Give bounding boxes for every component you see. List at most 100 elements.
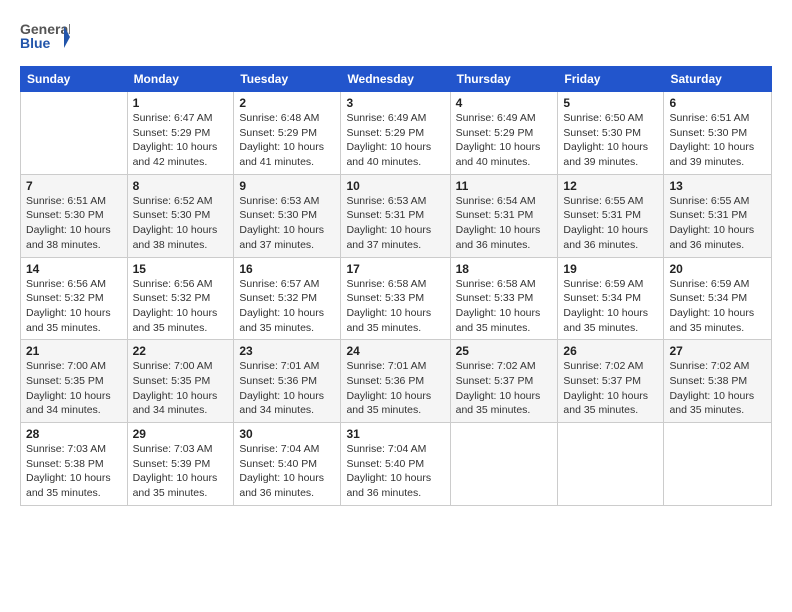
day-number: 22	[133, 344, 229, 358]
calendar-cell: 25Sunrise: 7:02 AM Sunset: 5:37 PM Dayli…	[450, 340, 558, 423]
calendar-cell	[21, 92, 128, 175]
day-info: Sunrise: 7:00 AM Sunset: 5:35 PM Dayligh…	[26, 359, 122, 418]
day-number: 4	[456, 96, 553, 110]
calendar-cell: 4Sunrise: 6:49 AM Sunset: 5:29 PM Daylig…	[450, 92, 558, 175]
calendar-week-5: 28Sunrise: 7:03 AM Sunset: 5:38 PM Dayli…	[21, 423, 772, 506]
day-info: Sunrise: 6:58 AM Sunset: 5:33 PM Dayligh…	[346, 277, 444, 336]
day-number: 15	[133, 262, 229, 276]
calendar-cell: 18Sunrise: 6:58 AM Sunset: 5:33 PM Dayli…	[450, 257, 558, 340]
day-info: Sunrise: 6:57 AM Sunset: 5:32 PM Dayligh…	[239, 277, 335, 336]
day-number: 31	[346, 427, 444, 441]
day-info: Sunrise: 6:51 AM Sunset: 5:30 PM Dayligh…	[26, 194, 122, 253]
day-number: 9	[239, 179, 335, 193]
calendar-cell: 5Sunrise: 6:50 AM Sunset: 5:30 PM Daylig…	[558, 92, 664, 175]
calendar-cell: 16Sunrise: 6:57 AM Sunset: 5:32 PM Dayli…	[234, 257, 341, 340]
calendar-cell: 30Sunrise: 7:04 AM Sunset: 5:40 PM Dayli…	[234, 423, 341, 506]
col-header-saturday: Saturday	[664, 67, 772, 92]
col-header-wednesday: Wednesday	[341, 67, 450, 92]
day-number: 14	[26, 262, 122, 276]
day-number: 28	[26, 427, 122, 441]
calendar-cell: 26Sunrise: 7:02 AM Sunset: 5:37 PM Dayli…	[558, 340, 664, 423]
calendar-cell: 14Sunrise: 6:56 AM Sunset: 5:32 PM Dayli…	[21, 257, 128, 340]
calendar-cell: 9Sunrise: 6:53 AM Sunset: 5:30 PM Daylig…	[234, 174, 341, 257]
calendar-cell	[558, 423, 664, 506]
day-info: Sunrise: 6:53 AM Sunset: 5:31 PM Dayligh…	[346, 194, 444, 253]
calendar-cell: 15Sunrise: 6:56 AM Sunset: 5:32 PM Dayli…	[127, 257, 234, 340]
calendar-cell	[664, 423, 772, 506]
day-number: 18	[456, 262, 553, 276]
calendar-cell: 6Sunrise: 6:51 AM Sunset: 5:30 PM Daylig…	[664, 92, 772, 175]
calendar-cell: 29Sunrise: 7:03 AM Sunset: 5:39 PM Dayli…	[127, 423, 234, 506]
calendar-cell: 27Sunrise: 7:02 AM Sunset: 5:38 PM Dayli…	[664, 340, 772, 423]
col-header-monday: Monday	[127, 67, 234, 92]
day-info: Sunrise: 7:02 AM Sunset: 5:38 PM Dayligh…	[669, 359, 766, 418]
day-number: 12	[563, 179, 658, 193]
day-info: Sunrise: 7:02 AM Sunset: 5:37 PM Dayligh…	[456, 359, 553, 418]
day-info: Sunrise: 6:49 AM Sunset: 5:29 PM Dayligh…	[456, 111, 553, 170]
day-info: Sunrise: 6:59 AM Sunset: 5:34 PM Dayligh…	[563, 277, 658, 336]
calendar-cell: 7Sunrise: 6:51 AM Sunset: 5:30 PM Daylig…	[21, 174, 128, 257]
day-info: Sunrise: 6:55 AM Sunset: 5:31 PM Dayligh…	[563, 194, 658, 253]
day-number: 6	[669, 96, 766, 110]
calendar-cell: 23Sunrise: 7:01 AM Sunset: 5:36 PM Dayli…	[234, 340, 341, 423]
day-number: 10	[346, 179, 444, 193]
day-info: Sunrise: 6:52 AM Sunset: 5:30 PM Dayligh…	[133, 194, 229, 253]
day-info: Sunrise: 6:51 AM Sunset: 5:30 PM Dayligh…	[669, 111, 766, 170]
calendar-cell: 17Sunrise: 6:58 AM Sunset: 5:33 PM Dayli…	[341, 257, 450, 340]
day-info: Sunrise: 6:58 AM Sunset: 5:33 PM Dayligh…	[456, 277, 553, 336]
day-number: 11	[456, 179, 553, 193]
day-info: Sunrise: 7:00 AM Sunset: 5:35 PM Dayligh…	[133, 359, 229, 418]
day-info: Sunrise: 6:56 AM Sunset: 5:32 PM Dayligh…	[133, 277, 229, 336]
calendar-cell: 10Sunrise: 6:53 AM Sunset: 5:31 PM Dayli…	[341, 174, 450, 257]
calendar-week-4: 21Sunrise: 7:00 AM Sunset: 5:35 PM Dayli…	[21, 340, 772, 423]
calendar-cell: 13Sunrise: 6:55 AM Sunset: 5:31 PM Dayli…	[664, 174, 772, 257]
calendar-cell: 21Sunrise: 7:00 AM Sunset: 5:35 PM Dayli…	[21, 340, 128, 423]
day-info: Sunrise: 7:04 AM Sunset: 5:40 PM Dayligh…	[239, 442, 335, 501]
calendar-cell	[450, 423, 558, 506]
calendar-cell: 22Sunrise: 7:00 AM Sunset: 5:35 PM Dayli…	[127, 340, 234, 423]
day-info: Sunrise: 6:59 AM Sunset: 5:34 PM Dayligh…	[669, 277, 766, 336]
day-info: Sunrise: 6:56 AM Sunset: 5:32 PM Dayligh…	[26, 277, 122, 336]
logo-svg: GeneralBlue	[20, 18, 70, 56]
day-number: 21	[26, 344, 122, 358]
day-number: 1	[133, 96, 229, 110]
calendar-cell: 2Sunrise: 6:48 AM Sunset: 5:29 PM Daylig…	[234, 92, 341, 175]
day-number: 8	[133, 179, 229, 193]
day-number: 29	[133, 427, 229, 441]
calendar-cell: 8Sunrise: 6:52 AM Sunset: 5:30 PM Daylig…	[127, 174, 234, 257]
calendar-week-3: 14Sunrise: 6:56 AM Sunset: 5:32 PM Dayli…	[21, 257, 772, 340]
day-number: 23	[239, 344, 335, 358]
day-info: Sunrise: 6:50 AM Sunset: 5:30 PM Dayligh…	[563, 111, 658, 170]
calendar-cell: 12Sunrise: 6:55 AM Sunset: 5:31 PM Dayli…	[558, 174, 664, 257]
day-number: 30	[239, 427, 335, 441]
calendar-cell: 24Sunrise: 7:01 AM Sunset: 5:36 PM Dayli…	[341, 340, 450, 423]
day-number: 5	[563, 96, 658, 110]
day-info: Sunrise: 6:47 AM Sunset: 5:29 PM Dayligh…	[133, 111, 229, 170]
day-number: 24	[346, 344, 444, 358]
day-info: Sunrise: 6:48 AM Sunset: 5:29 PM Dayligh…	[239, 111, 335, 170]
calendar-week-1: 1Sunrise: 6:47 AM Sunset: 5:29 PM Daylig…	[21, 92, 772, 175]
day-info: Sunrise: 7:02 AM Sunset: 5:37 PM Dayligh…	[563, 359, 658, 418]
day-info: Sunrise: 7:03 AM Sunset: 5:38 PM Dayligh…	[26, 442, 122, 501]
col-header-tuesday: Tuesday	[234, 67, 341, 92]
day-number: 17	[346, 262, 444, 276]
day-info: Sunrise: 6:49 AM Sunset: 5:29 PM Dayligh…	[346, 111, 444, 170]
day-number: 19	[563, 262, 658, 276]
day-info: Sunrise: 6:54 AM Sunset: 5:31 PM Dayligh…	[456, 194, 553, 253]
calendar-table: SundayMondayTuesdayWednesdayThursdayFrid…	[20, 66, 772, 506]
day-number: 3	[346, 96, 444, 110]
day-number: 2	[239, 96, 335, 110]
calendar-cell: 31Sunrise: 7:04 AM Sunset: 5:40 PM Dayli…	[341, 423, 450, 506]
page: GeneralBlue SundayMondayTuesdayWednesday…	[0, 0, 792, 516]
calendar-cell: 28Sunrise: 7:03 AM Sunset: 5:38 PM Dayli…	[21, 423, 128, 506]
day-info: Sunrise: 7:01 AM Sunset: 5:36 PM Dayligh…	[346, 359, 444, 418]
calendar-cell: 1Sunrise: 6:47 AM Sunset: 5:29 PM Daylig…	[127, 92, 234, 175]
calendar-header-row: SundayMondayTuesdayWednesdayThursdayFrid…	[21, 67, 772, 92]
calendar-week-2: 7Sunrise: 6:51 AM Sunset: 5:30 PM Daylig…	[21, 174, 772, 257]
col-header-thursday: Thursday	[450, 67, 558, 92]
calendar-cell: 11Sunrise: 6:54 AM Sunset: 5:31 PM Dayli…	[450, 174, 558, 257]
day-number: 13	[669, 179, 766, 193]
col-header-sunday: Sunday	[21, 67, 128, 92]
day-info: Sunrise: 7:01 AM Sunset: 5:36 PM Dayligh…	[239, 359, 335, 418]
logo: GeneralBlue	[20, 18, 70, 56]
